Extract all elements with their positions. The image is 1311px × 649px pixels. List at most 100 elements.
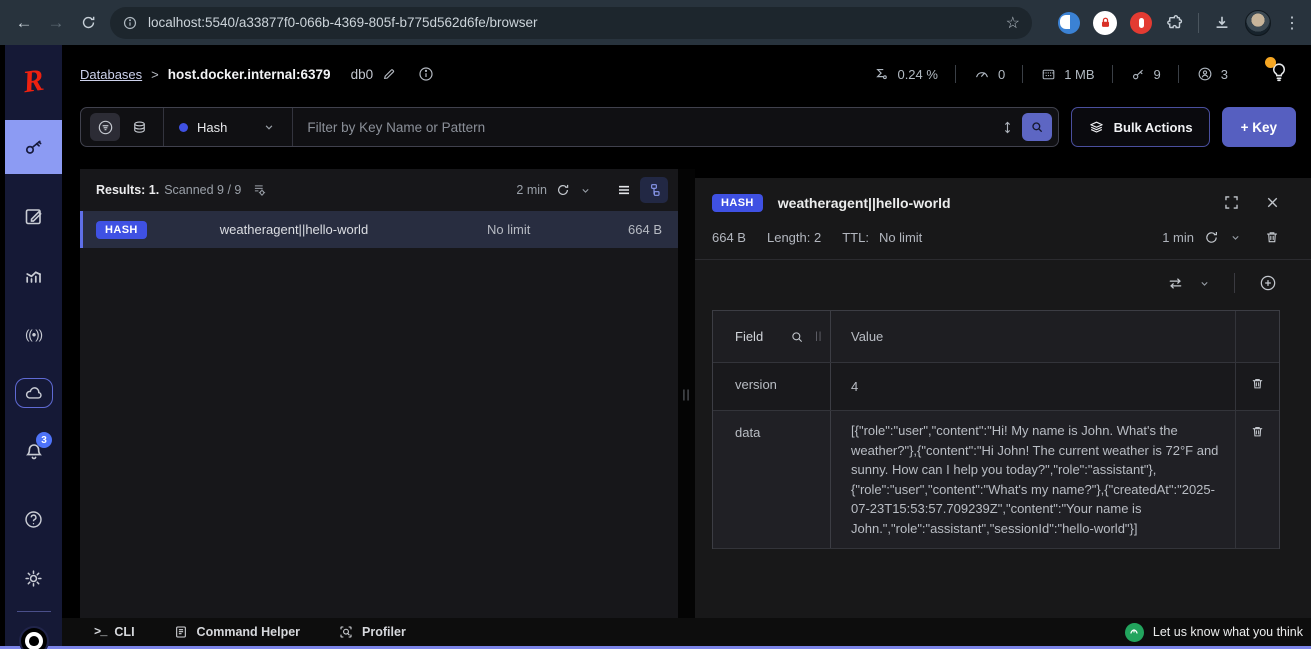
sidebar-item-analytics[interactable] — [5, 258, 62, 292]
layers-icon — [1088, 119, 1105, 136]
value-cell[interactable]: [{"role":"user","content":"Hi! My name i… — [831, 411, 1236, 548]
value-cell[interactable]: 4 — [831, 363, 1236, 410]
browser-toolbar: ← → localhost:5540/a33877f0-066b-4369-80… — [0, 0, 1311, 45]
bookmark-star-icon[interactable]: ☆ — [1006, 13, 1020, 33]
filter-mode-button[interactable] — [90, 113, 120, 141]
instance-header: Databases > host.docker.internal:6379 db… — [62, 45, 1311, 103]
refresh-icon[interactable] — [555, 182, 571, 198]
detail-refresh-chevron-icon[interactable] — [1229, 231, 1242, 244]
key-name: weatheragent||hello-world — [220, 222, 487, 237]
key-row-selected[interactable]: HASH weatheragent||hello-world No limit … — [80, 211, 678, 248]
detail-ttl-label: TTL: — [842, 230, 869, 245]
sidebar-item-notifications[interactable]: 3 — [5, 435, 62, 469]
results-scanned: Scanned 9 / 9 — [164, 183, 241, 197]
field-cell[interactable]: data — [713, 411, 831, 548]
detail-key-name[interactable]: weatheragent||hello-world — [778, 195, 1222, 211]
profile-avatar[interactable] — [1245, 10, 1271, 36]
insights-notification-dot — [1265, 57, 1276, 68]
bottom-status-bar: >_ CLI Command Helper Profiler Let us kn… — [62, 618, 1311, 646]
hash-field-row[interactable]: version 4 — [713, 363, 1279, 411]
format-switch-icon[interactable] — [1166, 274, 1185, 293]
insights-trigger[interactable] — [1267, 60, 1291, 89]
database-stats: 0.24 % 0 1 MB 9 — [856, 65, 1245, 83]
detail-length: Length: 2 — [767, 230, 821, 245]
fullscreen-icon[interactable] — [1222, 193, 1241, 212]
detail-type-badge: HASH — [712, 194, 763, 212]
detail-refresh-icon[interactable] — [1203, 229, 1220, 246]
sidebar-item-pubsub[interactable]: ((•)) — [5, 317, 62, 351]
memory-icon — [1040, 66, 1057, 83]
list-view-toggle[interactable] — [610, 177, 638, 203]
key-search-input[interactable] — [293, 120, 998, 135]
gauge-icon — [973, 65, 991, 83]
vector-search-button[interactable] — [124, 113, 154, 141]
extension-icon-2[interactable] — [1130, 12, 1152, 34]
hash-field-row[interactable]: data [{"role":"user","content":"Hi! My n… — [713, 411, 1279, 549]
search-button[interactable] — [1022, 113, 1052, 141]
refresh-chevron-icon[interactable] — [579, 184, 592, 197]
panel-resizer-handle[interactable]: || — [678, 169, 695, 618]
browser-reload-button[interactable] — [72, 7, 104, 39]
value-column-header: Value — [851, 327, 883, 347]
extensions-puzzle-icon[interactable] — [1165, 13, 1185, 33]
reload-icon — [80, 14, 97, 31]
filter-circle-icon — [96, 118, 115, 137]
sidebar-item-settings[interactable] — [5, 561, 62, 595]
address-bar[interactable]: localhost:5540/a33877f0-066b-4369-805f-b… — [110, 7, 1032, 39]
field-search-icon[interactable] — [789, 329, 805, 345]
github-icon[interactable] — [19, 626, 49, 649]
add-field-icon[interactable] — [1258, 273, 1278, 293]
db-info-icon[interactable] — [417, 65, 435, 83]
help-icon — [22, 508, 45, 531]
downloads-icon[interactable] — [1212, 13, 1232, 33]
analytics-chart-icon — [22, 263, 46, 287]
password-manager-extension-icon[interactable] — [1093, 11, 1117, 35]
chevron-down-icon — [262, 120, 276, 134]
extension-icon-1[interactable] — [1058, 12, 1080, 34]
cli-prompt-icon: >_ — [94, 625, 106, 639]
tree-view-toggle[interactable] — [640, 177, 668, 203]
key-type-filter-dropdown[interactable]: Hash — [164, 120, 292, 135]
delete-key-icon[interactable] — [1263, 228, 1281, 246]
key-size: 664 B — [602, 222, 662, 237]
command-helper-toggle[interactable]: Command Helper — [173, 624, 301, 640]
feedback-link[interactable]: Let us know what you think — [1125, 623, 1303, 642]
browser-back-button[interactable]: ← — [8, 7, 40, 39]
close-icon[interactable] — [1264, 194, 1281, 211]
site-info-icon[interactable] — [122, 15, 138, 31]
hash-type-dot — [179, 123, 188, 132]
notification-badge: 3 — [36, 432, 52, 448]
sidebar-item-browser[interactable] — [5, 120, 62, 174]
profiler-toggle[interactable]: Profiler — [338, 624, 406, 640]
sidebar-item-workbench[interactable] — [5, 199, 62, 233]
resizer-grip-icon: || — [682, 387, 690, 401]
scan-more-settings-icon[interactable] — [251, 182, 268, 199]
cpu-icon — [873, 66, 890, 83]
breadcrumb-databases-link[interactable]: Databases — [80, 67, 142, 82]
workbench-pencil-icon — [22, 204, 46, 228]
delete-field-icon[interactable] — [1249, 423, 1266, 440]
browser-menu-icon[interactable]: ⋮ — [1284, 13, 1300, 33]
cli-toggle[interactable]: >_ CLI — [94, 625, 135, 639]
browser-forward-button[interactable]: → — [40, 7, 72, 39]
search-icon — [1029, 119, 1045, 135]
add-key-button[interactable]: + Key — [1222, 107, 1296, 147]
results-count: Results: 1. — [96, 183, 159, 197]
key-icon — [22, 135, 46, 159]
gear-icon — [22, 567, 45, 590]
list-auto-refresh-label: 2 min — [516, 183, 547, 197]
sidebar-item-help[interactable] — [5, 502, 62, 536]
bulk-actions-button[interactable]: Bulk Actions — [1071, 107, 1210, 147]
field-cell[interactable]: version — [713, 363, 831, 410]
redis-logo: R — [20, 58, 47, 104]
edit-db-pencil-icon[interactable] — [381, 66, 397, 82]
sort-icon[interactable] — [999, 119, 1016, 136]
stat-connected-clients: 3 — [1179, 65, 1245, 83]
toolbar-divider — [1198, 13, 1199, 33]
breadcrumb-separator: > — [151, 67, 159, 82]
sidebar-item-cloud[interactable] — [5, 376, 62, 410]
format-chevron-icon[interactable] — [1198, 277, 1211, 290]
delete-field-icon[interactable] — [1249, 375, 1266, 392]
column-resize-handle[interactable]: || — [815, 331, 822, 342]
detail-ttl-value[interactable]: No limit — [879, 230, 922, 245]
